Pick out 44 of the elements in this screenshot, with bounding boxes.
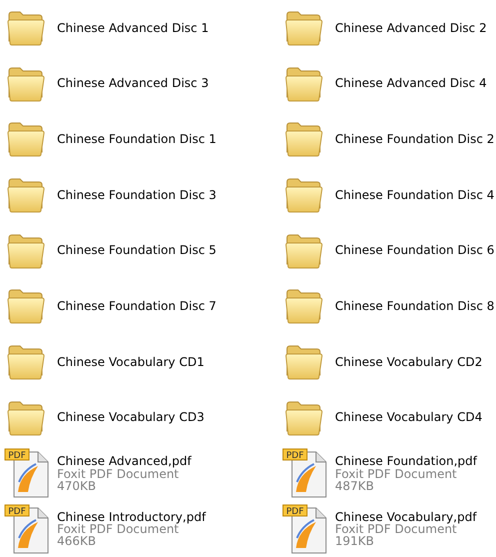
file-type: Foxit PDF Document bbox=[335, 468, 457, 480]
folder-name[interactable]: Chinese Foundation Disc 2 bbox=[335, 132, 494, 146]
file-size: 470KB bbox=[57, 480, 96, 492]
folder-icon[interactable] bbox=[6, 8, 46, 47]
folder-name[interactable]: Chinese Foundation Disc 1 bbox=[57, 132, 216, 146]
folder-icon[interactable] bbox=[284, 398, 324, 437]
file-size: 191KB bbox=[335, 535, 374, 548]
folder-icon[interactable] bbox=[6, 120, 46, 158]
folder-icon[interactable] bbox=[284, 176, 324, 214]
file-size: 487KB bbox=[335, 480, 374, 492]
file-type: Foxit PDF Document bbox=[57, 523, 179, 536]
file-name[interactable]: Chinese Foundation,pdf bbox=[335, 455, 478, 468]
folder-name[interactable]: Chinese Foundation Disc 4 bbox=[335, 188, 494, 202]
folder-name[interactable]: Chinese Foundation Disc 5 bbox=[57, 244, 216, 257]
folder-icon[interactable] bbox=[284, 342, 324, 381]
file-type: Foxit PDF Document bbox=[57, 468, 179, 480]
folder-name[interactable]: Chinese Foundation Disc 3 bbox=[57, 188, 216, 202]
folder-icon[interactable] bbox=[6, 342, 46, 381]
folder-name[interactable]: Chinese Foundation Disc 6 bbox=[335, 244, 494, 257]
folder-name[interactable]: Chinese Foundation Disc 7 bbox=[57, 300, 216, 313]
folder-name[interactable]: Chinese Vocabulary CD1 bbox=[57, 356, 204, 368]
folder-name[interactable]: Chinese Vocabulary CD3 bbox=[57, 411, 204, 424]
folder-name[interactable]: Chinese Foundation Disc 8 bbox=[335, 300, 494, 313]
file-type: Foxit PDF Document bbox=[335, 523, 457, 536]
file-name[interactable]: Chinese Advanced,pdf bbox=[57, 455, 192, 468]
file-size: 466KB bbox=[57, 535, 96, 548]
folder-name[interactable]: Chinese Advanced Disc 3 bbox=[57, 77, 209, 90]
folder-icon[interactable] bbox=[6, 64, 46, 103]
folder-icon[interactable] bbox=[284, 64, 324, 103]
folder-icon[interactable] bbox=[6, 287, 46, 326]
file-name[interactable]: Chinese Introductory,pdf bbox=[57, 510, 206, 524]
folder-name[interactable]: Chinese Vocabulary CD2 bbox=[335, 356, 482, 368]
folder-icon[interactable] bbox=[6, 398, 46, 437]
folder-name[interactable]: Chinese Vocabulary CD4 bbox=[335, 411, 482, 424]
folder-icon[interactable] bbox=[6, 232, 46, 270]
folder-icon[interactable] bbox=[284, 8, 324, 47]
folder-icon[interactable] bbox=[6, 176, 46, 214]
folder-icon[interactable] bbox=[284, 287, 324, 326]
folder-icon[interactable] bbox=[284, 120, 324, 158]
folder-name[interactable]: Chinese Advanced Disc 1 bbox=[57, 22, 209, 34]
file-name[interactable]: Chinese Vocabulary,pdf bbox=[335, 510, 477, 524]
folder-icon[interactable] bbox=[284, 232, 324, 270]
folder-name[interactable]: Chinese Advanced Disc 2 bbox=[335, 22, 487, 34]
folder-name[interactable]: Chinese Advanced Disc 4 bbox=[335, 77, 487, 90]
